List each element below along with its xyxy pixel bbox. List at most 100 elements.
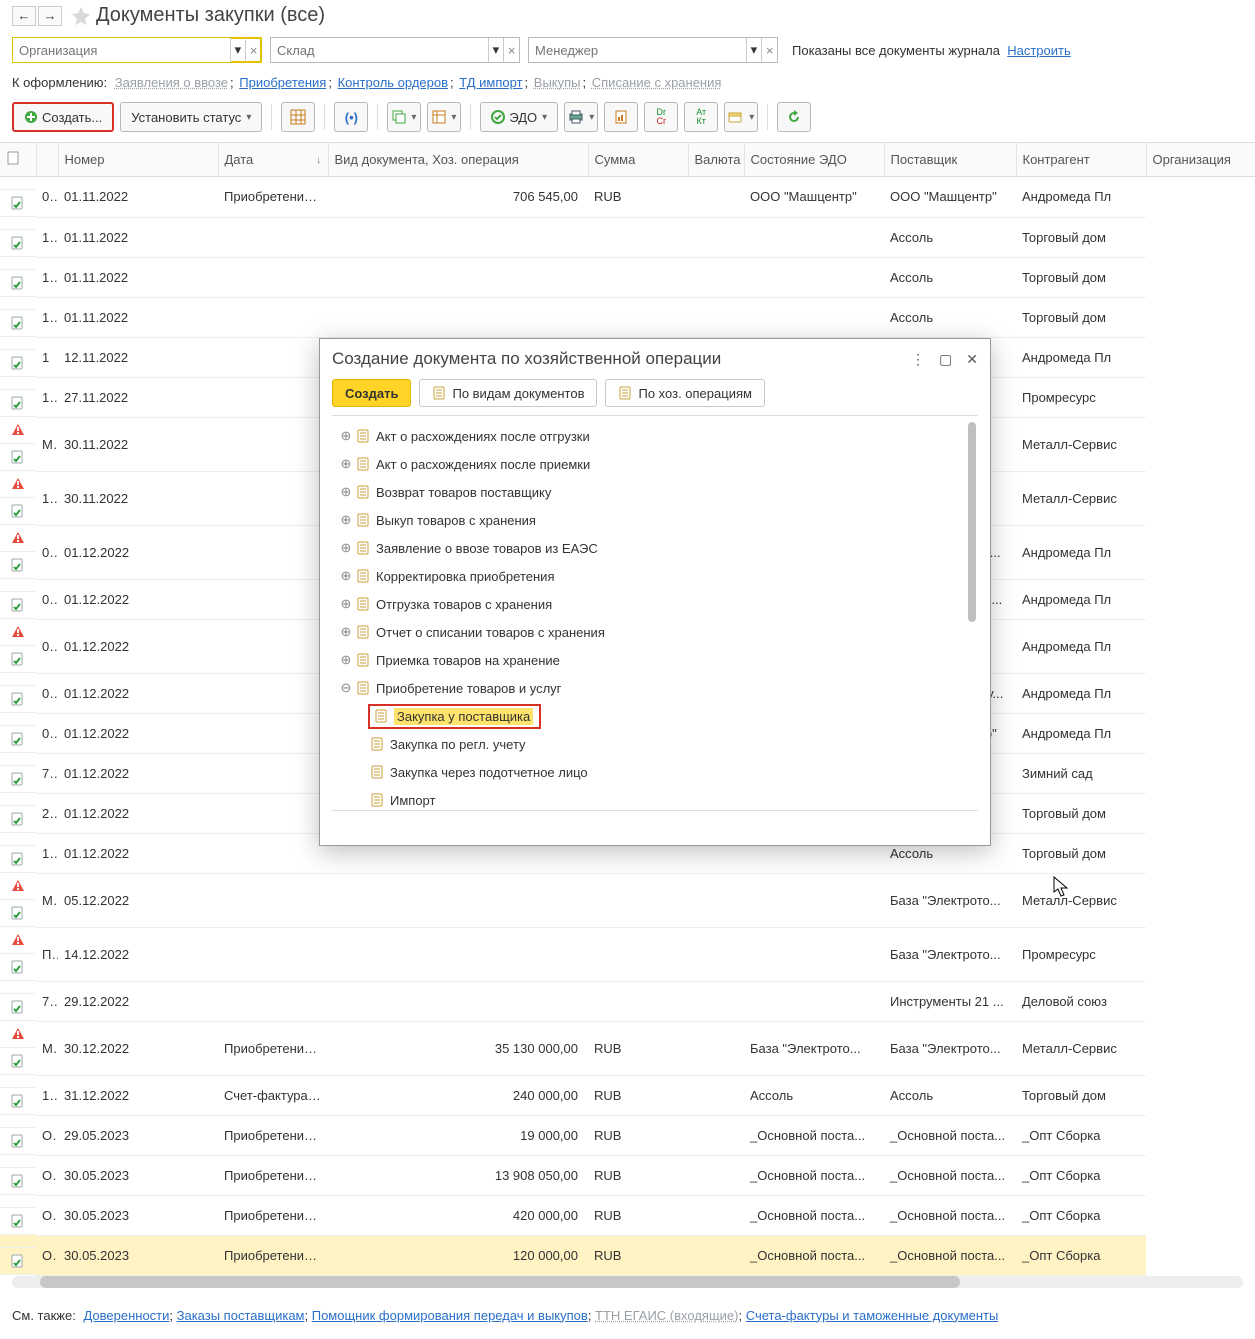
tree-item[interactable]: ⊕ Корректировка приобретения: [332, 562, 978, 590]
expand-icon[interactable]: ⊕: [338, 512, 354, 528]
modal-by-ops-button[interactable]: По хоз. операциям: [605, 379, 764, 407]
modal-maximize-icon[interactable]: ▢: [939, 351, 952, 368]
table-row[interactable]: ОС00-00000230.05.2023Приобретение товаро…: [0, 1195, 1255, 1235]
tree-item[interactable]: ⊕ Приемка товаров на хранение: [332, 646, 978, 674]
col-edo-state[interactable]: Состояние ЭДО: [744, 143, 884, 177]
chevron-down-icon[interactable]: ▾: [488, 38, 504, 62]
expand-icon[interactable]: ⊕: [338, 456, 354, 472]
cell-ctr: ООО "Машцентр": [884, 177, 1016, 218]
modal-close-icon[interactable]: ✕: [966, 351, 978, 368]
chevron-down-icon[interactable]: ▾: [230, 38, 246, 62]
expand-icon[interactable]: ⊕: [338, 596, 354, 612]
cell-edo: [688, 297, 744, 337]
filter-setup-link[interactable]: Настроить: [1007, 43, 1071, 58]
table-row[interactable]: 19931.12.2022Счет-фактура полученный, На…: [0, 1075, 1255, 1115]
report-button[interactable]: [604, 102, 638, 132]
doc-status-icon: [11, 652, 25, 666]
nav-forward-button[interactable]: →: [38, 6, 62, 26]
print-menu-button[interactable]: ▾: [564, 102, 598, 132]
manager-filter-input[interactable]: [529, 38, 746, 62]
modal-by-docs-button[interactable]: По видам документов: [419, 379, 597, 407]
file-icon: [370, 737, 384, 751]
tree-item[interactable]: Закупка по регл. учету: [332, 730, 978, 758]
expand-icon[interactable]: ⊕: [338, 428, 354, 444]
tree-item[interactable]: ⊕ Акт о расхождениях после отгрузки: [332, 422, 978, 450]
footer-link[interactable]: Счета-фактуры и таможенные документы: [746, 1308, 999, 1323]
expand-icon[interactable]: ⊕: [338, 568, 354, 584]
col-date[interactable]: Дата↓: [218, 143, 328, 177]
horizontal-scrollbar[interactable]: [12, 1276, 1243, 1288]
prep-link[interactable]: ТД импорт: [459, 75, 522, 90]
copy-icon: [392, 110, 406, 124]
dr-cr-button[interactable]: DrCr: [644, 102, 678, 132]
table-row[interactable]: 7929.12.2022Инструменты 21 ...Деловой со…: [0, 981, 1255, 1021]
col-currency[interactable]: Валюта: [688, 143, 744, 177]
org-filter-combo[interactable]: ▾ ×: [12, 37, 262, 63]
copy-menu-button[interactable]: ▾: [387, 102, 421, 132]
clear-icon[interactable]: ×: [761, 38, 777, 62]
modal-menu-icon[interactable]: ⋮: [911, 351, 925, 368]
tree-item[interactable]: ⊕ Отчет о списании товаров с хранения: [332, 618, 978, 646]
cell-date: 01.12.2022: [58, 713, 218, 753]
chevron-down-icon[interactable]: ▾: [746, 38, 762, 62]
at-kt-button[interactable]: АтКт: [684, 102, 718, 132]
refresh-button[interactable]: [777, 102, 811, 132]
folder-menu-button[interactable]: ▾: [724, 102, 758, 132]
tree-item[interactable]: Закупка через подотчетное лицо: [332, 758, 978, 786]
tree-item[interactable]: ⊕ Выкуп товаров с хранения: [332, 506, 978, 534]
tree-item[interactable]: Импорт: [332, 786, 978, 811]
table-row[interactable]: 126901.11.2022АссольТорговый дом: [0, 257, 1255, 297]
file-icon: [370, 793, 384, 807]
prep-link[interactable]: Приобретения: [239, 75, 326, 90]
table-row[interactable]: 125401.11.2022АссольТорговый дом: [0, 217, 1255, 257]
expand-icon[interactable]: ⊖: [338, 680, 354, 696]
col-sum[interactable]: Сумма: [588, 143, 688, 177]
table-row[interactable]: МС00-00000205.12.2022База "Электрото...М…: [0, 873, 1255, 927]
warehouse-filter-input[interactable]: [271, 38, 488, 62]
nav-back-button[interactable]: ←: [12, 6, 36, 26]
tree-item[interactable]: ⊖ Приобретение товаров и услуг: [332, 674, 978, 702]
col-contractor[interactable]: Контрагент: [1016, 143, 1146, 177]
manager-filter-combo[interactable]: ▾ ×: [528, 37, 778, 63]
edo-menu-button[interactable]: ЭДО▾: [480, 102, 558, 132]
modal-create-button[interactable]: Создать: [332, 379, 411, 407]
spreadsheet-menu-button[interactable]: ▾: [427, 102, 461, 132]
footer-link[interactable]: Доверенности: [83, 1308, 169, 1323]
col-organization[interactable]: Организация: [1146, 143, 1255, 177]
prep-link[interactable]: Контроль ордеров: [338, 75, 448, 90]
expand-icon[interactable]: ⊕: [338, 624, 354, 640]
table-row[interactable]: ОС00-00000330.05.2023Приобретение товаро…: [0, 1235, 1255, 1275]
col-flag[interactable]: [0, 143, 36, 177]
col-status[interactable]: [36, 143, 58, 177]
footer-link[interactable]: Заказы поставщикам: [177, 1308, 305, 1323]
create-button[interactable]: Создать...: [12, 102, 114, 132]
tree-item[interactable]: Закупка у поставщика: [332, 702, 978, 730]
clear-icon[interactable]: ×: [245, 38, 261, 62]
tree-item[interactable]: ⊕ Заявление о ввозе товаров из ЕАЭС: [332, 534, 978, 562]
footer-link[interactable]: Помощник формирования передач и выкупов: [312, 1308, 588, 1323]
favorite-star-icon[interactable]: [70, 5, 92, 27]
wifi-button[interactable]: (•): [334, 102, 368, 132]
tree-item[interactable]: ⊕ Возврат товаров поставщику: [332, 478, 978, 506]
grid-settings-button[interactable]: [281, 102, 315, 132]
clear-icon[interactable]: ×: [503, 38, 519, 62]
warehouse-filter-combo[interactable]: ▾ ×: [270, 37, 520, 63]
set-status-button[interactable]: Установить статус▾: [120, 102, 262, 132]
table-row[interactable]: 129601.11.2022АссольТорговый дом: [0, 297, 1255, 337]
cell-cur: [588, 927, 688, 981]
table-row[interactable]: ОС00-00000429.05.2023Приобретение товаро…: [0, 1115, 1255, 1155]
tree-item[interactable]: ⊕ Отгрузка товаров с хранения: [332, 590, 978, 618]
table-row[interactable]: ПР00-00000114.12.2022База "Электрото...П…: [0, 927, 1255, 981]
col-type[interactable]: Вид документа, Хоз. операция: [328, 143, 588, 177]
col-supplier[interactable]: Поставщик: [884, 143, 1016, 177]
tree-item[interactable]: ⊕ Акт о расхождениях после приемки: [332, 450, 978, 478]
table-row[interactable]: ОС00-00000130.05.2023Приобретение товаро…: [0, 1155, 1255, 1195]
expand-icon[interactable]: ⊕: [338, 540, 354, 556]
modal-scrollbar[interactable]: [968, 422, 976, 804]
col-number[interactable]: Номер: [58, 143, 218, 177]
expand-icon[interactable]: ⊕: [338, 484, 354, 500]
org-filter-input[interactable]: [13, 38, 230, 62]
expand-icon[interactable]: ⊕: [338, 652, 354, 668]
table-row[interactable]: МС00-00001930.12.2022Приобретение товаро…: [0, 1021, 1255, 1075]
table-row[interactable]: 0000-00006501.11.2022Приобретение товаро…: [0, 177, 1255, 218]
